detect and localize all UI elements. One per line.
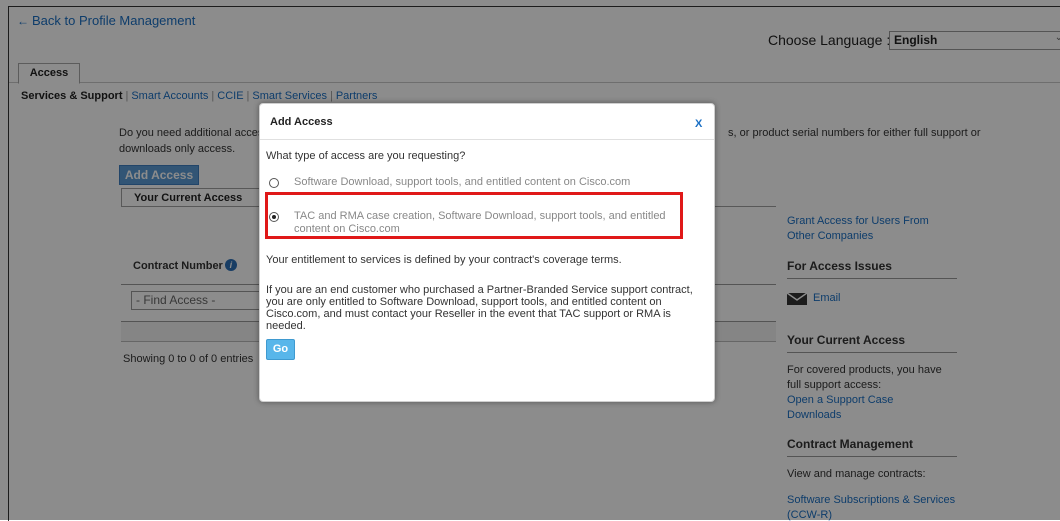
- close-icon[interactable]: X: [695, 118, 702, 130]
- partner-branded-note: If you are an end customer who purchased…: [266, 284, 693, 332]
- option-tac-rma-label: TAC and RMA case creation, Software Down…: [294, 210, 666, 235]
- add-access-dialog: Add Access X What type of access are you…: [259, 103, 715, 402]
- dialog-title-divider: [260, 139, 714, 140]
- radio-icon[interactable]: [269, 178, 279, 188]
- option-download-only-label: Software Download, support tools, and en…: [294, 176, 631, 188]
- access-question: What type of access are you requesting?: [266, 150, 466, 162]
- go-button[interactable]: Go: [266, 339, 295, 360]
- entitlement-text: Your entitlement to services is defined …: [266, 254, 622, 266]
- radio-icon[interactable]: [269, 212, 279, 222]
- dialog-title: Add Access: [270, 116, 333, 128]
